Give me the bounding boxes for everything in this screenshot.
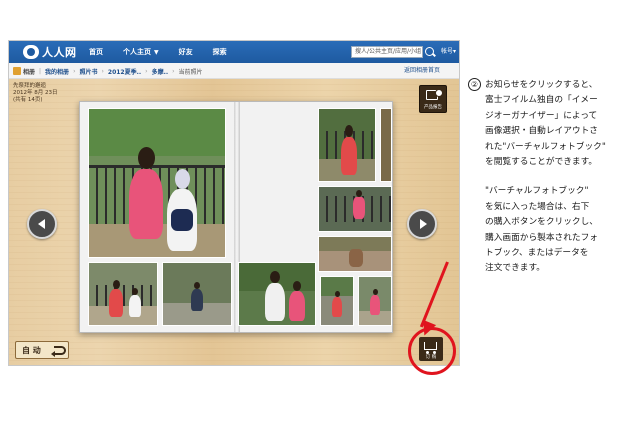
breadcrumb-current: 当前照片 [178, 68, 203, 76]
photo-bottom-2[interactable] [162, 262, 232, 326]
nav-item-friends[interactable]: 好友 [179, 41, 193, 63]
album-icon [13, 67, 21, 75]
chevron-down-icon: ▼ [154, 49, 159, 56]
photobook-viewer: 先祭拜的邂逅 2012年 8月 23日 (共有 14页) 产品报告 自 动 订 … [9, 79, 459, 365]
photo-right-top[interactable] [318, 108, 376, 182]
explanation-note: ② お知らせをクリックすると、 富士フイルム独自の「イメー ジオーガナイザー」によ… [468, 78, 636, 277]
logo-text: 人人网 [42, 46, 77, 59]
breadcrumb-albums[interactable]: 相册 [23, 67, 35, 76]
album-meta: 先祭拜的邂逅 2012年 8月 23日 (共有 14页) [13, 83, 58, 103]
product-report-button[interactable]: 产品报告 [419, 85, 447, 113]
screenshot-frame: 人人网 首页 个人主页 ▼ 好友 探索 搜人/公共主页/应用/小组 帐号▾ 相册 |… [8, 40, 460, 366]
notice-icon [435, 89, 443, 97]
breadcrumb: 相册 | 我的相册 › 照片书 › 2012夏季.. › 多摩.. › 当前照片 返回相册… [9, 63, 459, 79]
breadcrumb-album-tama[interactable]: 多摩.. [152, 67, 169, 76]
photo-bottom-3[interactable] [238, 262, 316, 326]
nav-item-home[interactable]: 首页 [89, 41, 103, 63]
photo-bottom-4[interactable] [320, 276, 354, 326]
back-to-albums-link[interactable]: 返回相册首页 [404, 63, 440, 79]
main-nav: 首页 个人主页 ▼ 好友 探索 [89, 41, 247, 63]
prev-page-button[interactable] [27, 209, 57, 239]
breadcrumb-my-albums[interactable]: 我的相册 [45, 67, 69, 76]
site-logo[interactable]: 人人网 [23, 44, 77, 60]
nav-item-explore[interactable]: 探索 [213, 41, 227, 63]
account-menu[interactable]: 帐号▾ [441, 41, 456, 63]
photo-bottom-5[interactable] [358, 276, 392, 326]
nav-item-profile[interactable]: 个人主页 ▼ [123, 41, 159, 63]
annotation-circle [408, 327, 456, 375]
search-input[interactable]: 搜人/公共主页/应用/小组 [351, 46, 423, 58]
photobook-spread [79, 101, 393, 333]
search-icon[interactable] [425, 47, 434, 56]
photo-bottom-1[interactable] [88, 262, 158, 326]
next-page-button[interactable] [407, 209, 437, 239]
arrow-right-icon [420, 219, 427, 229]
logo-icon [23, 45, 39, 59]
photo-right-strip[interactable] [380, 108, 392, 182]
arrow-left-icon [38, 219, 45, 229]
step-number: ② [468, 78, 481, 91]
photo-right-middle[interactable] [318, 186, 392, 232]
replay-arrow-icon [51, 346, 66, 357]
photo-right-lower[interactable] [318, 236, 392, 272]
photo-main[interactable] [88, 108, 226, 258]
breadcrumb-photobook[interactable]: 照片书 [79, 67, 97, 76]
top-nav-bar: 人人网 首页 个人主页 ▼ 好友 探索 搜人/公共主页/应用/小组 帐号▾ [9, 41, 459, 63]
auto-play-button[interactable]: 自 动 [15, 341, 69, 359]
breadcrumb-album-summer[interactable]: 2012夏季.. [108, 67, 141, 76]
